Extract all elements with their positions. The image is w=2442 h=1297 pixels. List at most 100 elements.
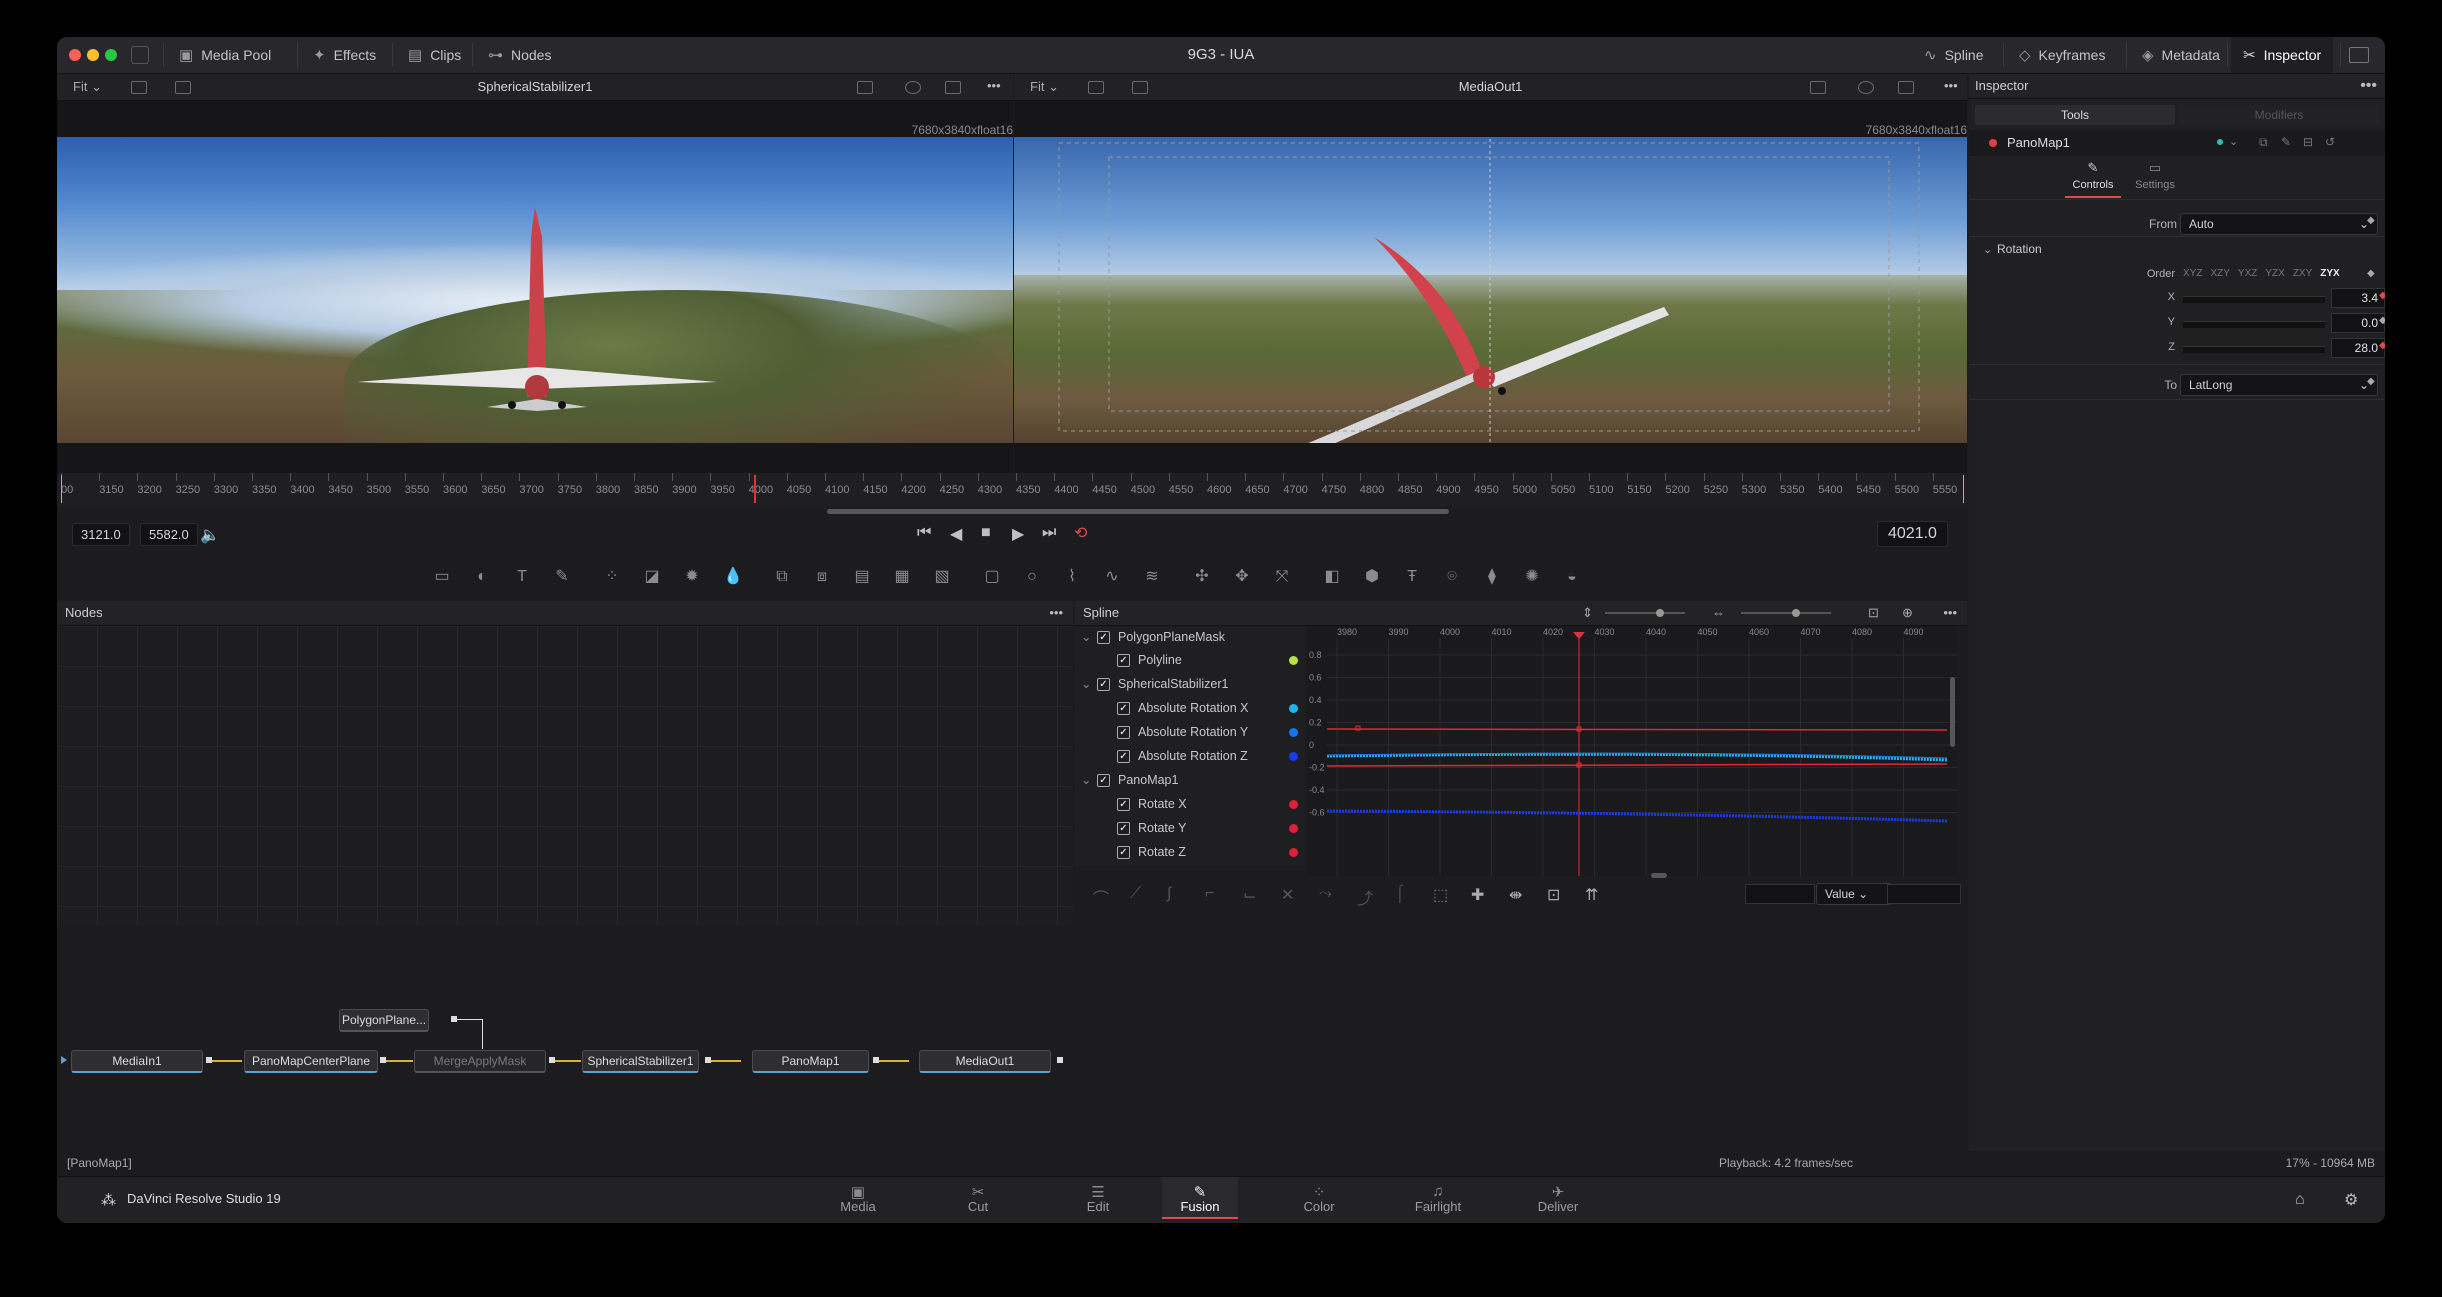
- spline-curves[interactable]: 3980 3990 4000 4010 4020 4030 4040 4050 4060 4070…: [1307, 626, 1957, 876]
- rotation-collapse-icon[interactable]: ⌄: [1983, 243, 1992, 256]
- particles-tool-icon[interactable]: ⁘: [603, 568, 621, 586]
- node-mergeapplymask[interactable]: MergeApplyMask: [414, 1050, 546, 1073]
- renderer-3d-icon[interactable]: ◒: [1563, 568, 1581, 586]
- order-keyframe-icon[interactable]: ◆: [2367, 268, 2375, 279]
- settings-gear-icon[interactable]: ⚙: [2344, 1190, 2358, 1210]
- z-value-field[interactable]: 28.0: [2331, 338, 2385, 358]
- subtab-controls[interactable]: ✎ Controls: [2065, 160, 2121, 198]
- node-sphericalstabilizer1[interactable]: SphericalStabilizer1: [582, 1050, 699, 1073]
- camera-3d-icon[interactable]: ⌾: [1443, 568, 1461, 586]
- spline-item-rotate-y[interactable]: ✓ Rotate Y: [1075, 817, 1305, 839]
- bspline-mask-icon[interactable]: ∿: [1103, 568, 1121, 586]
- channel-booleans-icon[interactable]: ⧈: [813, 568, 831, 586]
- spline-item-sphericalstabilizer1[interactable]: ⌄ ✓ SphericalStabilizer1: [1075, 673, 1305, 695]
- node-mediain1[interactable]: MediaIn1: [71, 1050, 203, 1073]
- from-dropdown[interactable]: Auto ⌄: [2180, 213, 2378, 235]
- media-out-icon[interactable]: ▧: [933, 568, 951, 586]
- node-panomap1[interactable]: PanoMap1: [752, 1050, 869, 1073]
- spline-vscroll[interactable]: [1950, 677, 1955, 747]
- x-keyframe-icon[interactable]: ◆: [2379, 290, 2385, 301]
- invert-icon[interactable]: ∫: [1167, 885, 1171, 903]
- text-tool-icon[interactable]: T: [513, 568, 531, 586]
- node-polygonplanemask[interactable]: PolygonPlane...: [339, 1009, 429, 1032]
- left-viewer-channel-icon[interactable]: [905, 81, 921, 94]
- page-fairlight[interactable]: ♫ Fairlight: [1400, 1177, 1476, 1217]
- spline-item-rotate-x[interactable]: ✓ Rotate X: [1075, 793, 1305, 815]
- page-edit[interactable]: ☰ Edit: [1060, 1177, 1136, 1217]
- timeline-scrollbar[interactable]: [827, 509, 1449, 514]
- merge-3d-icon[interactable]: ⧫: [1483, 568, 1501, 586]
- order-zxy[interactable]: ZXY: [2293, 268, 2312, 279]
- spline-button[interactable]: ∿ Spline: [1912, 37, 1996, 73]
- to-keyframe-icon[interactable]: ◆: [2367, 376, 2375, 387]
- checkbox-icon[interactable]: ✓: [1097, 631, 1110, 644]
- linear-icon[interactable]: ⟋: [1130, 885, 1141, 903]
- pin-icon[interactable]: ✎: [2281, 135, 2291, 149]
- text-3d-icon[interactable]: Ŧ: [1403, 568, 1421, 586]
- reverse-icon[interactable]: ✕: [1281, 885, 1294, 905]
- tracker-icon[interactable]: ✣: [1193, 568, 1211, 586]
- spline-value-dropdown[interactable]: Value ⌄: [1816, 883, 1892, 905]
- global-start-time[interactable]: 3121.0: [72, 523, 130, 546]
- spline-zoom-h-slider[interactable]: [1741, 612, 1831, 614]
- matte-control-icon[interactable]: ▤: [853, 568, 871, 586]
- z-keyframe-icon[interactable]: ◆: [2379, 340, 2385, 351]
- time-stretch-icon[interactable]: ⇼: [1509, 885, 1522, 905]
- current-time[interactable]: 4021.0: [1877, 521, 1948, 547]
- y-value-field[interactable]: 0.0: [2331, 313, 2385, 333]
- media-in-icon[interactable]: ▦: [893, 568, 911, 586]
- merge-tool-icon[interactable]: ⧉: [773, 568, 791, 586]
- effects-button[interactable]: ✦ Effects: [301, 37, 388, 73]
- select-all-icon[interactable]: ⬚: [1433, 885, 1448, 905]
- paint-tool-icon[interactable]: ◐: [473, 568, 491, 586]
- close-window-button[interactable]: [69, 49, 81, 61]
- spline-graph[interactable]: 3980 3990 4000 4010 4020 4030 4040 4050 4060 4070…: [1307, 626, 1957, 876]
- blur-tool-icon[interactable]: 💧: [723, 568, 743, 586]
- version-dropdown-icon[interactable]: ⌄: [2229, 135, 2238, 148]
- media-pool-button[interactable]: ▣ Media Pool: [167, 37, 283, 73]
- transform-icon[interactable]: ⤧: [1273, 568, 1291, 586]
- spline-item-panomap1[interactable]: ⌄ ✓ PanoMap1: [1075, 769, 1305, 791]
- checkbox-icon[interactable]: ✓: [1117, 750, 1130, 763]
- spline-zoom-v-icon[interactable]: ⇕: [1582, 601, 1593, 625]
- checkbox-icon[interactable]: ✓: [1117, 798, 1130, 811]
- order-xyz[interactable]: XYZ: [2183, 268, 2202, 279]
- playhead[interactable]: [754, 475, 756, 503]
- checkbox-icon[interactable]: ✓: [1097, 774, 1110, 787]
- node-panomapcenterplane[interactable]: PanoMapCenterPlane: [244, 1050, 378, 1073]
- from-keyframe-icon[interactable]: ◆: [2367, 215, 2375, 226]
- play-reverse-icon[interactable]: ◀: [950, 524, 962, 544]
- right-viewer-grid-icon[interactable]: [1898, 81, 1914, 94]
- zoom-icon[interactable]: ⊕: [1902, 601, 1913, 625]
- spline-item-polygonplanemask[interactable]: ⌄ ✓ PolygonPlaneMask: [1075, 626, 1305, 648]
- x-value-field[interactable]: 3.4: [2331, 288, 2385, 308]
- node-editor[interactable]: MediaIn1 PanoMapCenterPlane MergeApplyMa…: [57, 626, 1073, 1073]
- wand-mask-icon[interactable]: ≋: [1143, 568, 1161, 586]
- to-dropdown[interactable]: LatLong ⌄: [2180, 374, 2378, 396]
- spline-more-icon[interactable]: •••: [1943, 601, 1957, 625]
- go-to-end-icon[interactable]: ⏭: [1042, 524, 1056, 542]
- ease-out-icon[interactable]: ⤴: [1357, 885, 1373, 909]
- timeline-ruler[interactable]: 00 3150 3200 3250 3300 3350 3400 3450 3500 3550 36…: [57, 473, 1967, 507]
- z-slider[interactable]: [2183, 346, 2325, 353]
- duplicate-icon[interactable]: ⧉: [2259, 135, 2268, 150]
- spline-item-rotate-z[interactable]: ✓ Rotate Z: [1075, 841, 1305, 863]
- add-point-icon[interactable]: ✚: [1471, 885, 1484, 905]
- checkbox-icon[interactable]: ✓: [1097, 678, 1110, 691]
- home-icon[interactable]: ⌂: [2295, 1191, 2305, 1209]
- audio-icon[interactable]: 🔈: [200, 525, 220, 545]
- metadata-button[interactable]: ◈ Metadata: [2130, 37, 2232, 73]
- panel-toggle-icon[interactable]: [131, 46, 149, 64]
- order-xzy[interactable]: XZY: [2210, 268, 2229, 279]
- subtab-settings[interactable]: ▭ Settings: [2127, 160, 2183, 196]
- tool-color-dot[interactable]: [1989, 139, 1997, 147]
- render-range-end[interactable]: [1963, 475, 1964, 503]
- tab-modifiers[interactable]: Modifiers: [2179, 105, 2379, 125]
- spline-item-abs-rotation-x[interactable]: ✓ Absolute Rotation X: [1075, 697, 1305, 719]
- page-color[interactable]: ⁘ Color: [1281, 1177, 1357, 1217]
- spline-hscroll[interactable]: [1651, 873, 1667, 878]
- brush-tool-icon[interactable]: ✎: [553, 568, 571, 586]
- shape-3d-icon[interactable]: ⬢: [1363, 568, 1381, 586]
- checkbox-icon[interactable]: ✓: [1117, 654, 1130, 667]
- spline-item-abs-rotation-y[interactable]: ✓ Absolute Rotation Y: [1075, 721, 1305, 743]
